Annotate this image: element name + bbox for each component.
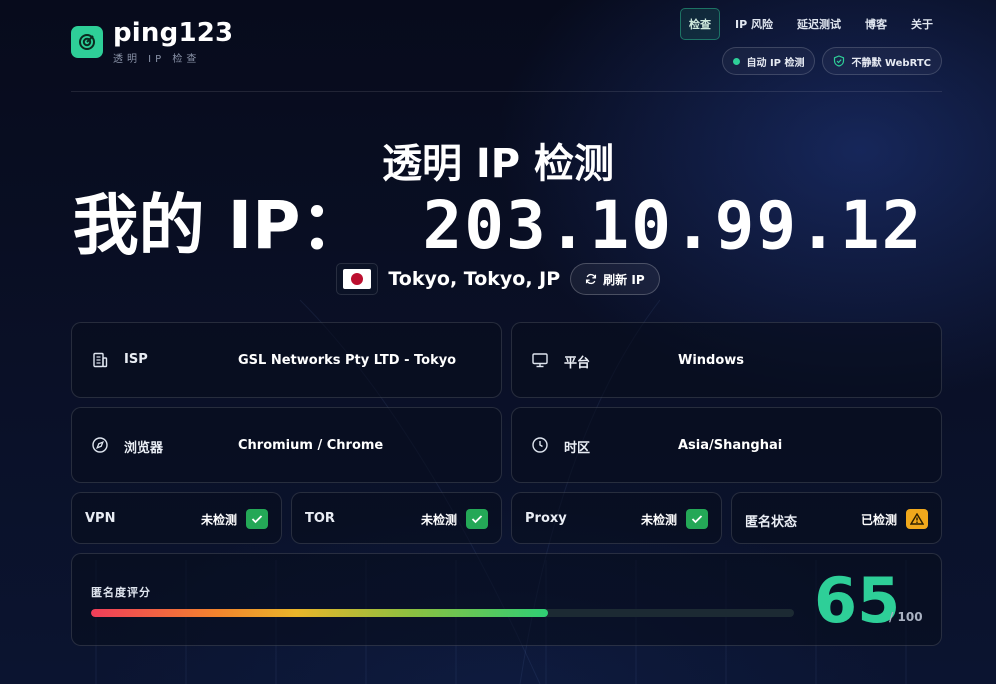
platform-value: Windows [678, 353, 745, 368]
location-row: Tokyo, Tokyo, JP 刷新 IP [0, 263, 996, 295]
browser-value: Chromium / Chrome [238, 438, 384, 453]
logo-icon[interactable] [71, 26, 103, 58]
check-icon [466, 509, 488, 529]
nav-item-blog[interactable]: 博客 [856, 8, 896, 40]
isp-card: ISP GSL Networks Pty LTD - Tokyo [71, 322, 502, 398]
platform-card: 平台 Windows [511, 322, 942, 398]
ip-address[interactable]: 203.10.99.12 [423, 187, 924, 264]
platform-label: 平台 [564, 356, 591, 371]
score-max: / 100 [889, 610, 923, 624]
top-header: ping123 透明 IP 检查 检查 IP 风险 延迟测试 博客 关于 自动 … [71, 0, 942, 92]
shield-check-icon [834, 55, 845, 67]
ip-label: 我的 IP： [72, 187, 367, 264]
webrtc-pill[interactable]: 不静默 WebRTC [822, 47, 942, 75]
nav-item-latency[interactable]: 延迟测试 [788, 8, 850, 40]
compass-icon [92, 437, 108, 453]
isp-value: GSL Networks Pty LTD - Tokyo [238, 353, 457, 368]
status-dot-icon [733, 57, 741, 65]
anonymity-status: 已检测 [860, 513, 897, 527]
header-pills: 自动 IP 检测 不静默 WebRTC [722, 47, 942, 75]
tor-card: TOR 未检测 [291, 492, 502, 544]
score-progress-bar [91, 609, 794, 617]
tor-status: 未检测 [420, 513, 457, 527]
score-label: 匿名度评分 [91, 586, 151, 599]
timezone-value: Asia/Shanghai [678, 438, 783, 453]
isp-label: ISP [124, 352, 148, 367]
anonymity-score-card: 匿名度评分 65 / 100 [71, 553, 942, 646]
clock-icon [532, 437, 548, 453]
refresh-ip-label: 刷新 IP [603, 272, 645, 287]
refresh-ip-button[interactable]: 刷新 IP [570, 263, 660, 295]
vpn-card: VPN 未检测 [71, 492, 282, 544]
proxy-card: Proxy 未检测 [511, 492, 722, 544]
check-icon [246, 509, 268, 529]
anonymity-label: 匿名状态 [745, 515, 798, 530]
timezone-label: 时区 [564, 441, 591, 456]
main-nav: 检查 IP 风险 延迟测试 博客 关于 [680, 8, 942, 40]
browser-label: 浏览器 [124, 441, 164, 456]
score-progress-fill [91, 609, 548, 617]
proxy-label: Proxy [525, 511, 567, 526]
anonymity-card: 匿名状态 已检测 [731, 492, 942, 544]
japan-flag-icon [336, 263, 379, 295]
monitor-icon [532, 353, 548, 368]
warning-icon [906, 509, 928, 529]
timezone-card: 时区 Asia/Shanghai [511, 407, 942, 483]
nav-item-about[interactable]: 关于 [902, 8, 942, 40]
vpn-status: 未检测 [200, 513, 237, 527]
check-icon [686, 509, 708, 529]
ip-display: 我的 IP： 203.10.99.12 [0, 172, 996, 268]
webrtc-label: 不静默 WebRTC [851, 57, 931, 69]
score-value: 65 [814, 564, 901, 637]
location-text: Tokyo, Tokyo, JP [388, 268, 561, 290]
browser-card: 浏览器 Chromium / Chrome [71, 407, 502, 483]
refresh-icon [586, 273, 597, 285]
building-icon [93, 352, 108, 368]
brand-name[interactable]: ping123 [113, 18, 233, 48]
auto-detect-label: 自动 IP 检测 [746, 57, 805, 69]
vpn-label: VPN [85, 511, 116, 526]
nav-item-check[interactable]: 检查 [680, 8, 721, 40]
auto-detect-pill[interactable]: 自动 IP 检测 [722, 47, 816, 75]
nav-item-ip-risk[interactable]: IP 风险 [726, 8, 782, 40]
brand-subtitle: 透明 IP 检查 [113, 54, 201, 65]
proxy-status: 未检测 [640, 513, 677, 527]
tor-label: TOR [305, 511, 335, 526]
